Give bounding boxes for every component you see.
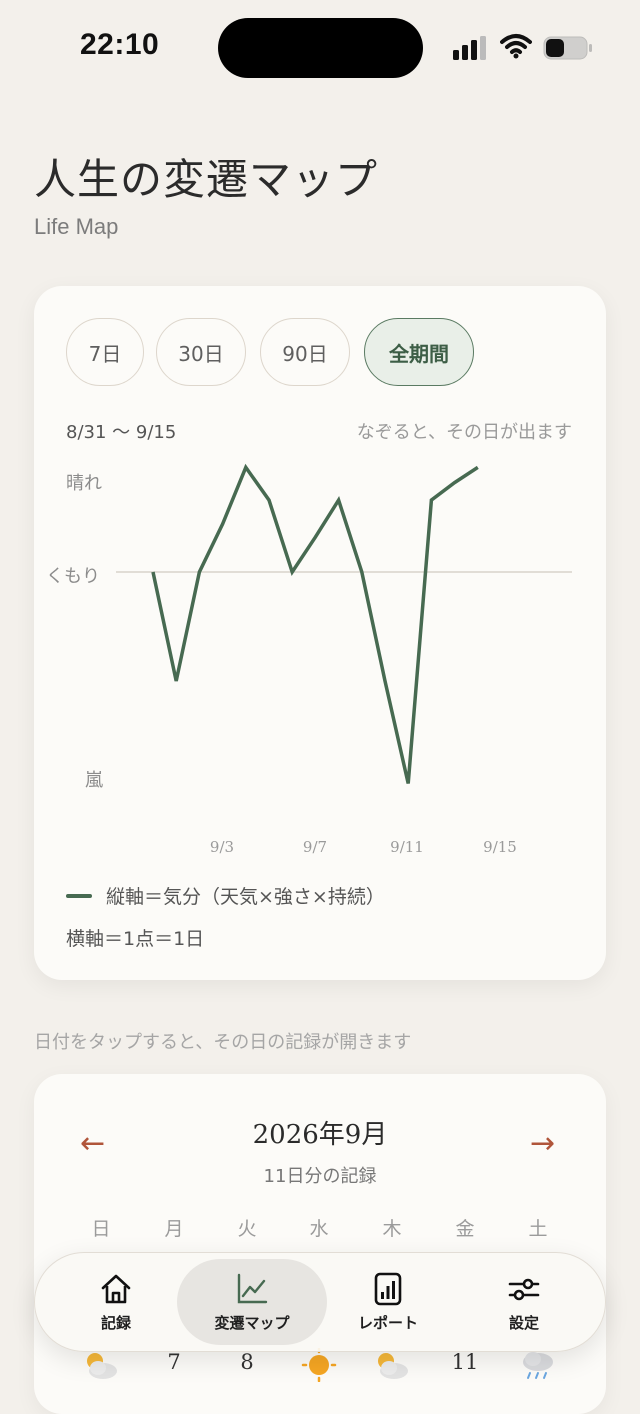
tab-record[interactable]: 記録 [41, 1259, 191, 1345]
tab-life-map-label: 変遷マップ [214, 1313, 290, 1332]
axis-note: 横軸＝1点＝1日 [66, 928, 205, 950]
tab-record-label: 記録 [100, 1313, 131, 1332]
sun-icon[interactable] [299, 1348, 339, 1382]
life-map-card: 7日 30日 90日 全期間 8/31 〜 9/15 なぞると、その日が出ます … [34, 286, 606, 980]
weekday-thu: 木 [382, 1218, 402, 1240]
x-tick-label: 9/15 [483, 838, 517, 856]
mood-point[interactable] [333, 494, 345, 506]
record-count: 11日分の記録 [263, 1166, 377, 1187]
x-tick-label: 9/11 [390, 838, 424, 856]
mood-line-chart[interactable] [34, 286, 606, 886]
tab-settings[interactable]: 設定 [449, 1259, 599, 1345]
mood-point[interactable] [472, 461, 484, 473]
tab-report[interactable]: レポート [313, 1259, 463, 1345]
tab-settings-label: 設定 [508, 1313, 539, 1332]
chart-legend: 縦軸＝気分（天気×強さ×持続） [66, 882, 385, 909]
report-icon [374, 1272, 402, 1305]
mood-point[interactable] [379, 675, 391, 687]
mood-point[interactable] [170, 675, 182, 687]
calendar-day-7[interactable]: 7 [154, 1350, 194, 1374]
legend-label: 縦軸＝気分（天気×強さ×持続） [106, 886, 385, 908]
tap-instruction: 日付をタップすると、その日の記録が開きます [34, 1032, 412, 1053]
tab-life-map[interactable]: 変遷マップ [177, 1259, 327, 1345]
mood-point[interactable] [193, 566, 205, 578]
sliders-icon [508, 1278, 540, 1300]
dynamic-island [218, 18, 423, 78]
page-title: 人生の変遷マップ [34, 155, 379, 204]
cellular-signal-icon [453, 36, 486, 60]
mood-point[interactable] [240, 461, 252, 473]
wifi-icon [500, 34, 532, 59]
partly-cloudy-icon[interactable] [372, 1348, 412, 1382]
bottom-tab-bar: 記録 変遷マップ レポート 設定 [34, 1252, 606, 1352]
weekday-mon: 月 [164, 1218, 184, 1240]
calendar-card: ← 2026年9月 → 11日分の記録 日 月 火 水 木 金 土 7 8 11 [34, 1074, 606, 1414]
tab-report-label: レポート [357, 1313, 418, 1332]
next-month-arrow-icon[interactable]: → [530, 1126, 555, 1161]
legend-swatch [66, 893, 92, 898]
status-bar: 22:10 [0, 0, 640, 90]
weekday-sun: 日 [91, 1218, 111, 1240]
mood-point[interactable] [449, 477, 461, 489]
mood-point[interactable] [217, 518, 229, 530]
mood-point[interactable] [263, 494, 275, 506]
mood-point[interactable] [425, 494, 437, 506]
calendar-day-11[interactable]: 11 [445, 1350, 485, 1374]
x-tick-label: 9/7 [302, 838, 328, 856]
mood-point[interactable] [147, 566, 159, 578]
weekday-sat: 土 [528, 1218, 548, 1240]
battery-icon [543, 36, 592, 60]
line-chart-icon [237, 1273, 268, 1303]
weekday-wed: 水 [309, 1218, 329, 1240]
calendar-day-8[interactable]: 8 [227, 1350, 267, 1374]
mood-point[interactable] [402, 778, 414, 790]
x-tick-label: 9/3 [209, 838, 235, 856]
status-time: 22:10 [80, 28, 160, 61]
rain-cloud-icon[interactable] [518, 1348, 558, 1382]
mood-series-line [151, 463, 479, 784]
mood-point[interactable] [309, 531, 321, 543]
mood-point[interactable] [286, 566, 298, 578]
weekday-tue: 火 [237, 1218, 257, 1240]
home-icon [101, 1274, 131, 1303]
partly-cloudy-icon[interactable] [81, 1348, 121, 1382]
weekday-fri: 金 [455, 1218, 475, 1240]
page-subtitle: Life Map [34, 214, 119, 239]
calendar-month: 2026年9月 [252, 1120, 388, 1150]
mood-point[interactable] [356, 566, 368, 578]
